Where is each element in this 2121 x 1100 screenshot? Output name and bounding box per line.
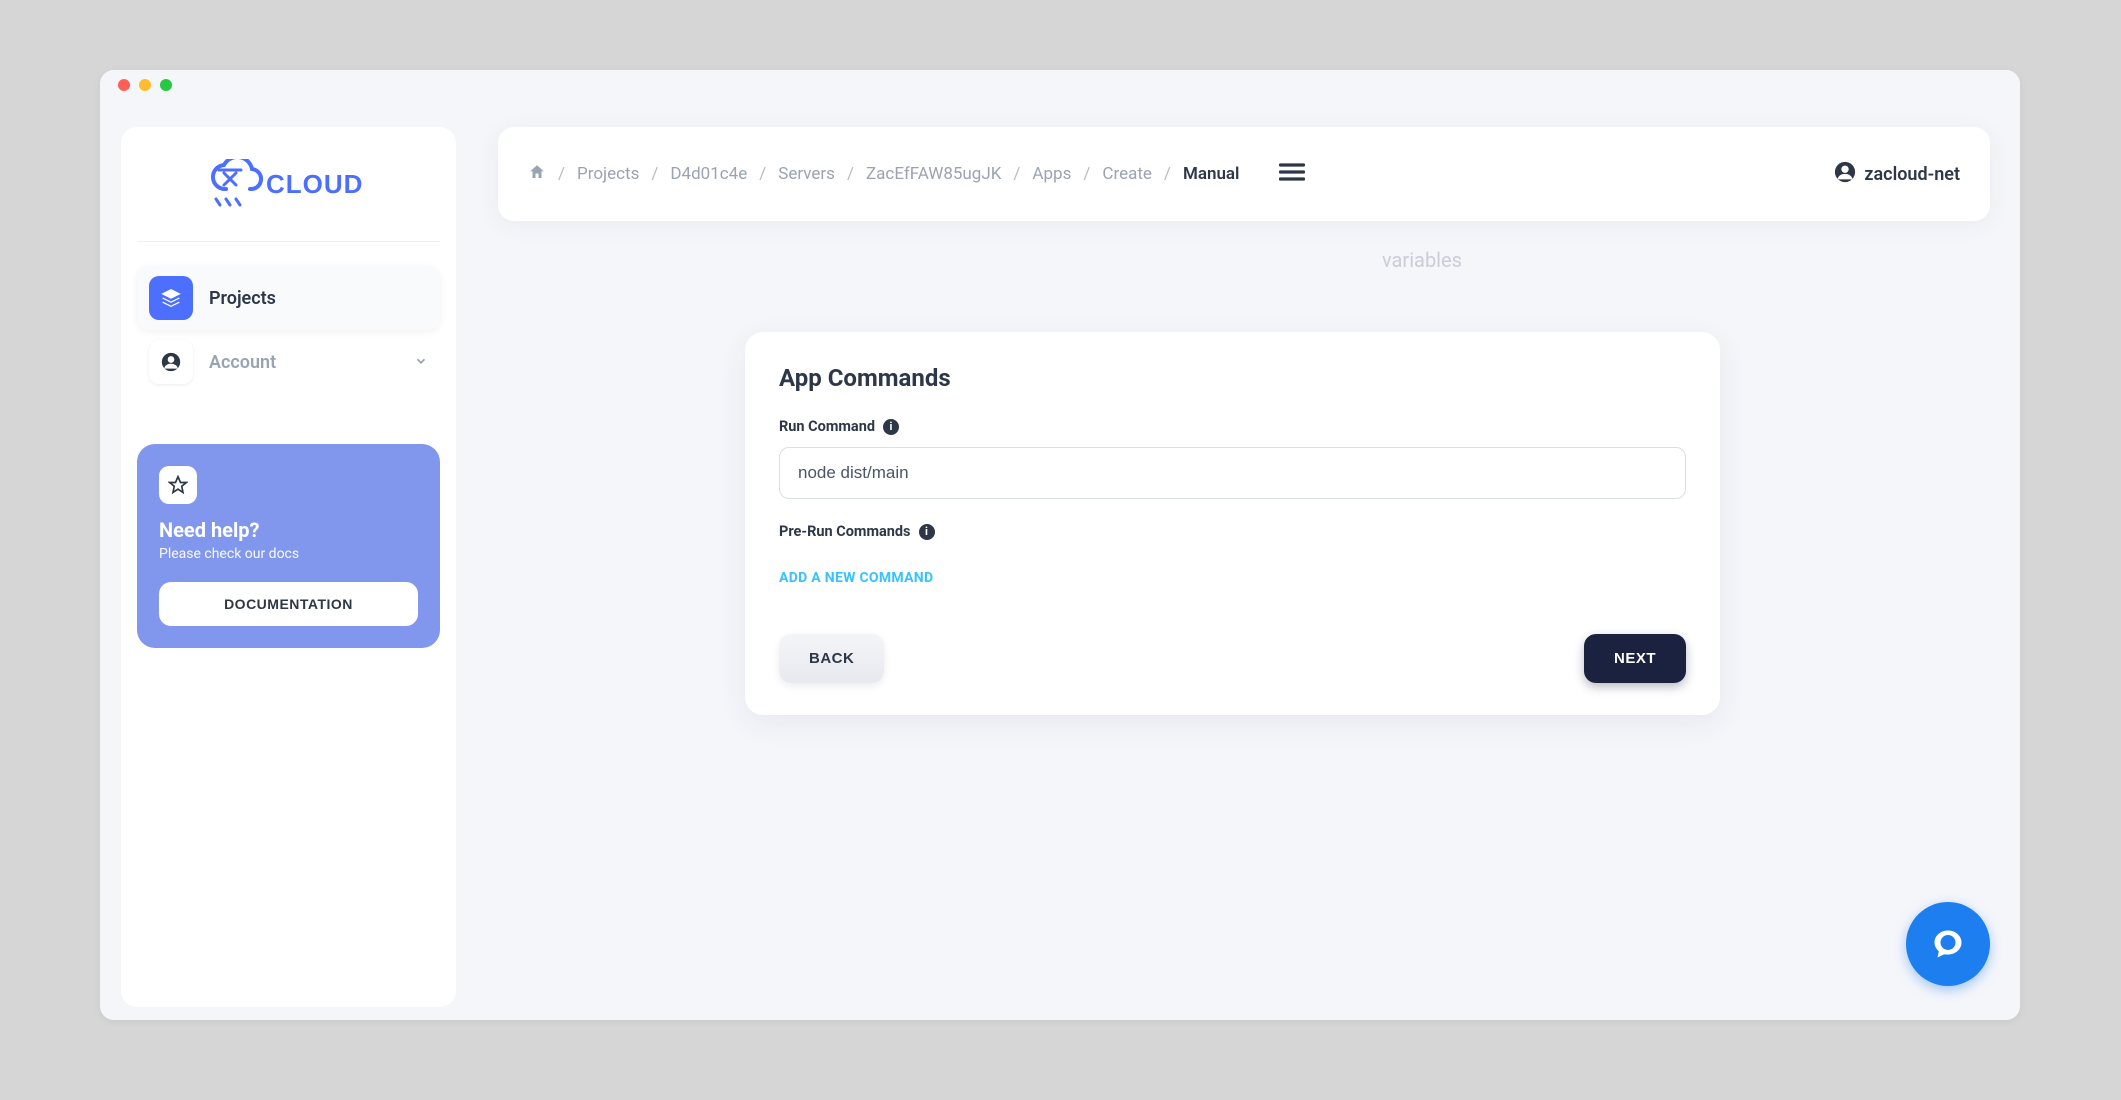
breadcrumb-separator: /	[759, 164, 766, 184]
user-menu[interactable]: zacloud-net	[1834, 161, 1960, 188]
top-bar: / Projects / D4d01c4e / Servers / ZacEfF…	[498, 127, 1990, 221]
label-text: Run Command	[779, 418, 875, 435]
button-row: BACK NEXT	[779, 634, 1686, 683]
browser-window: CLOUD Projects Account	[100, 70, 2020, 1020]
help-card: Need help? Please check our docs DOCUMEN…	[137, 444, 440, 648]
app-commands-card: App Commands Run Command i Pre-Run Comma…	[745, 332, 1720, 715]
logo-icon: CLOUD	[204, 159, 374, 213]
sidebar-item-label: Projects	[209, 288, 276, 309]
chat-icon	[1930, 926, 1966, 962]
breadcrumb-item[interactable]: Create	[1102, 164, 1152, 184]
logo[interactable]: CLOUD	[137, 159, 440, 242]
breadcrumb-separator: /	[651, 164, 658, 184]
maximize-window-icon[interactable]	[160, 79, 172, 91]
documentation-button[interactable]: DOCUMENTATION	[159, 582, 418, 626]
breadcrumb-separator: /	[1083, 164, 1090, 184]
prerun-commands-label: Pre-Run Commands i	[779, 523, 1686, 540]
info-icon[interactable]: i	[883, 419, 899, 435]
sidebar-item-account[interactable]: Account	[137, 330, 440, 394]
breadcrumb-separator: /	[558, 164, 565, 184]
sidebar: CLOUD Projects Account	[121, 127, 456, 1007]
add-command-button[interactable]: ADD A NEW COMMAND	[779, 570, 933, 586]
user-name: zacloud-net	[1864, 164, 1960, 185]
chevron-down-icon	[414, 353, 428, 372]
run-command-input[interactable]	[779, 447, 1686, 499]
home-icon[interactable]	[528, 163, 546, 186]
breadcrumb-current: Manual	[1183, 164, 1240, 184]
breadcrumb-item[interactable]: ZacEfFAW85ugJK	[866, 164, 1001, 184]
breadcrumb: / Projects / D4d01c4e / Servers / ZacEfF…	[528, 163, 1239, 186]
account-icon	[149, 340, 193, 384]
card-title: App Commands	[779, 364, 1686, 392]
info-icon[interactable]: i	[919, 524, 935, 540]
label-text: Pre-Run Commands	[779, 523, 911, 540]
help-title: Need help?	[159, 518, 418, 542]
sidebar-nav: Projects Account	[137, 266, 440, 394]
back-button[interactable]: BACK	[779, 634, 884, 683]
breadcrumb-separator: /	[1013, 164, 1020, 184]
star-icon	[159, 466, 197, 504]
svg-text:CLOUD: CLOUD	[266, 169, 363, 199]
run-command-label: Run Command i	[779, 418, 1686, 435]
sidebar-item-label: Account	[209, 352, 276, 373]
minimize-window-icon[interactable]	[139, 79, 151, 91]
close-window-icon[interactable]	[118, 79, 130, 91]
menu-icon[interactable]	[1279, 159, 1305, 189]
breadcrumb-item[interactable]: D4d01c4e	[670, 164, 747, 184]
breadcrumb-separator: /	[847, 164, 854, 184]
help-subtitle: Please check our docs	[159, 546, 418, 562]
user-icon	[1834, 161, 1856, 188]
box-icon	[149, 276, 193, 320]
window-controls	[100, 70, 2020, 100]
sidebar-item-projects[interactable]: Projects	[137, 266, 440, 330]
breadcrumb-separator: /	[1164, 164, 1171, 184]
breadcrumb-item[interactable]: Servers	[778, 164, 835, 184]
breadcrumb-item[interactable]: Projects	[577, 164, 639, 184]
chat-button[interactable]	[1906, 902, 1990, 986]
background-hint-text: variables	[1382, 248, 1462, 272]
app-shell: CLOUD Projects Account	[100, 100, 2020, 1020]
next-button[interactable]: NEXT	[1584, 634, 1686, 683]
breadcrumb-item[interactable]: Apps	[1032, 164, 1071, 184]
